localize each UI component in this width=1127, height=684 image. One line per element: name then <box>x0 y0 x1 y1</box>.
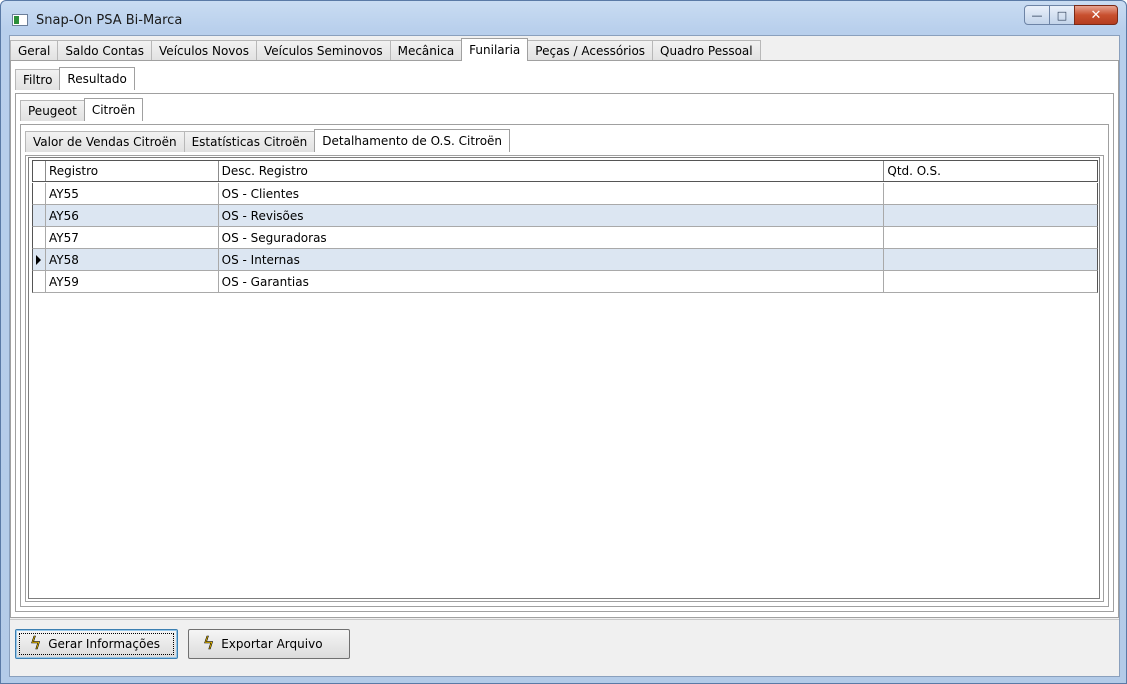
grid-header: Registro Desc. Registro Qtd. O.S. <box>32 160 1098 182</box>
exportar-arquivo-label: Exportar Arquivo <box>221 637 323 651</box>
column-header-desc-registro[interactable]: Desc. Registro <box>219 161 885 181</box>
row-indicator <box>33 183 46 204</box>
gerar-informacoes-button[interactable]: ϟ Gerar Informações <box>15 629 178 659</box>
tab-mecanica[interactable]: Mecânica <box>389 40 463 61</box>
window-title: Snap-On PSA Bi-Marca <box>36 13 183 28</box>
sub-tab-bar: Filtro Resultado <box>15 67 135 90</box>
app-icon <box>12 14 28 26</box>
tab-detalhamento-os-citroen[interactable]: Detalhamento de O.S. Citroën <box>314 129 511 152</box>
cell-qtd-os[interactable] <box>884 205 1097 226</box>
cell-qtd-os[interactable] <box>884 249 1097 270</box>
table-row[interactable]: AY55 OS - Clientes <box>32 183 1098 205</box>
brand-tab-bar: Peugeot Citroën <box>20 98 144 121</box>
tab-valor-vendas-citroen[interactable]: Valor de Vendas Citroën <box>25 131 185 152</box>
cell-desc-registro[interactable]: OS - Internas <box>219 249 885 270</box>
row-indicator <box>33 227 46 248</box>
cell-desc-registro[interactable]: OS - Revisões <box>219 205 885 226</box>
cell-registro[interactable]: AY55 <box>46 183 219 204</box>
cell-registro[interactable]: AY57 <box>46 227 219 248</box>
minimize-icon: — <box>1031 8 1043 22</box>
maximize-button[interactable]: □ <box>1049 5 1075 25</box>
window-controls: — □ ✕ <box>1024 5 1118 25</box>
close-button[interactable]: ✕ <box>1074 5 1118 25</box>
tab-funilaria[interactable]: Funilaria <box>461 38 529 61</box>
table-row[interactable]: AY57 OS - Seguradoras <box>32 227 1098 249</box>
lightning-bolt-icon: ϟ <box>30 633 42 654</box>
cell-desc-registro[interactable]: OS - Seguradoras <box>219 227 885 248</box>
tab-filtro[interactable]: Filtro <box>15 69 61 90</box>
row-indicator-header <box>33 161 46 181</box>
cell-desc-registro[interactable]: OS - Garantias <box>219 271 885 292</box>
close-icon: ✕ <box>1090 7 1102 23</box>
table-row[interactable]: AY59 OS - Garantias <box>32 271 1098 293</box>
tab-quadro-pessoal[interactable]: Quadro Pessoal <box>652 40 761 61</box>
cell-qtd-os[interactable] <box>884 227 1097 248</box>
table-row[interactable]: AY58 OS - Internas <box>32 249 1098 271</box>
column-header-registro[interactable]: Registro <box>46 161 219 181</box>
gerar-informacoes-label: Gerar Informações <box>48 637 160 651</box>
os-detail-grid[interactable]: Registro Desc. Registro Qtd. O.S. AY55 O… <box>28 157 1100 599</box>
row-indicator <box>33 249 46 270</box>
tab-geral[interactable]: Geral <box>10 40 59 61</box>
column-header-qtd-os[interactable]: Qtd. O.S. <box>884 161 1097 181</box>
current-row-pointer-icon <box>36 254 42 265</box>
exportar-arquivo-button[interactable]: ϟ Exportar Arquivo <box>188 629 350 659</box>
tab-estatisticas-citroen[interactable]: Estatísticas Citroën <box>183 131 316 152</box>
grid-body: AY55 OS - Clientes AY56 OS - Revisões AY… <box>32 183 1098 293</box>
tab-peugeot[interactable]: Peugeot <box>20 100 85 121</box>
cell-registro[interactable]: AY58 <box>46 249 219 270</box>
tab-pecas-acessorios[interactable]: Peças / Acessórios <box>527 40 654 61</box>
tab-saldo-contas[interactable]: Saldo Contas <box>57 40 153 61</box>
title-bar[interactable]: Snap-On PSA Bi-Marca — □ ✕ <box>1 1 1126 35</box>
report-tab-bar: Valor de Vendas Citroën Estatísticas Cit… <box>25 129 511 152</box>
cell-qtd-os[interactable] <box>884 271 1097 292</box>
app-window: Snap-On PSA Bi-Marca — □ ✕ Geral Saldo C… <box>0 0 1127 684</box>
tab-resultado[interactable]: Resultado <box>59 67 135 90</box>
main-tab-bar: Geral Saldo Contas Veículos Novos Veícul… <box>10 38 761 61</box>
row-indicator <box>33 205 46 226</box>
cell-registro[interactable]: AY56 <box>46 205 219 226</box>
tab-citroen[interactable]: Citroën <box>83 98 144 121</box>
row-indicator <box>33 271 46 292</box>
lightning-bolt-icon: ϟ <box>203 633 215 654</box>
cell-registro[interactable]: AY59 <box>46 271 219 292</box>
cell-qtd-os[interactable] <box>884 183 1097 204</box>
action-bar: ϟ Gerar Informações ϟ Exportar Arquivo <box>10 619 1119 676</box>
minimize-button[interactable]: — <box>1024 5 1050 25</box>
tab-veiculos-novos[interactable]: Veículos Novos <box>151 40 257 61</box>
maximize-icon: □ <box>1056 8 1068 22</box>
table-row[interactable]: AY56 OS - Revisões <box>32 205 1098 227</box>
tab-veiculos-seminovos[interactable]: Veículos Seminovos <box>255 40 391 61</box>
cell-desc-registro[interactable]: OS - Clientes <box>219 183 885 204</box>
